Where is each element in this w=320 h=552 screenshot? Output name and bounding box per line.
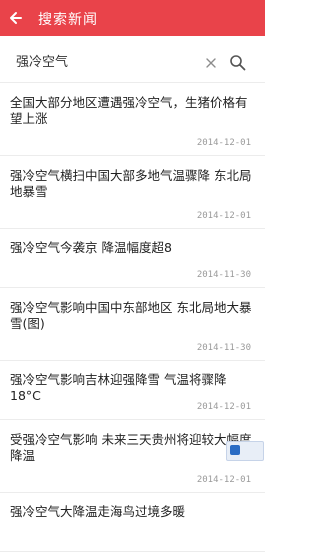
- news-item[interactable]: 强冷空气影响中国中东部地区 东北局地大暴雪(图) 2014-11-30: [0, 288, 265, 361]
- watermark-logo: [226, 441, 264, 461]
- arrow-left-icon[interactable]: [6, 7, 28, 29]
- news-date: 2014-11-30: [196, 343, 251, 353]
- news-item[interactable]: 强冷空气大降温走海鸟过境多暖: [0, 493, 265, 552]
- news-date: 2014-12-01: [196, 138, 251, 148]
- news-date: 2014-11-30: [196, 270, 251, 280]
- news-item[interactable]: 强冷空气今袭京 降温幅度超8 2014-11-30: [0, 229, 265, 288]
- logo-icon: [230, 445, 240, 455]
- news-date: 2014-12-01: [196, 402, 251, 412]
- news-item[interactable]: 强冷空气影响吉林迎强降雪 气温将骤降18°C 2014-12-01: [0, 361, 265, 420]
- news-title: 强冷空气横扫中国大部多地气温骤降 东北局地暴雪: [10, 168, 252, 199]
- news-date: 2014-12-01: [196, 211, 251, 221]
- header-bar: 搜索新闻: [0, 0, 265, 36]
- page-title: 搜索新闻: [38, 12, 98, 28]
- news-title: 受强冷空气影响 未来三天贵州将迎较大幅度降温: [10, 432, 252, 463]
- close-icon[interactable]: [206, 58, 216, 68]
- search-input[interactable]: 强冷空气: [16, 51, 68, 70]
- search-icon[interactable]: [229, 54, 246, 71]
- news-item[interactable]: 强冷空气横扫中国大部多地气温骤降 东北局地暴雪 2014-12-01: [0, 156, 265, 229]
- search-bar: 强冷空气: [0, 36, 265, 83]
- news-title: 强冷空气今袭京 降温幅度超8: [10, 240, 172, 255]
- news-title: 强冷空气影响中国中东部地区 东北局地大暴雪(图): [10, 300, 252, 331]
- news-item[interactable]: 全国大部分地区遭遇强冷空气，生猪价格有望上涨 2014-12-01: [0, 83, 265, 156]
- news-date: 2014-12-01: [196, 475, 251, 485]
- news-title: 强冷空气大降温走海鸟过境多暖: [10, 504, 186, 519]
- news-list: 全国大部分地区遭遇强冷空气，生猪价格有望上涨 2014-12-01 强冷空气横扫…: [0, 83, 265, 552]
- news-title: 全国大部分地区遭遇强冷空气，生猪价格有望上涨: [10, 95, 248, 126]
- news-title: 强冷空气影响吉林迎强降雪 气温将骤降18°C: [10, 372, 227, 403]
